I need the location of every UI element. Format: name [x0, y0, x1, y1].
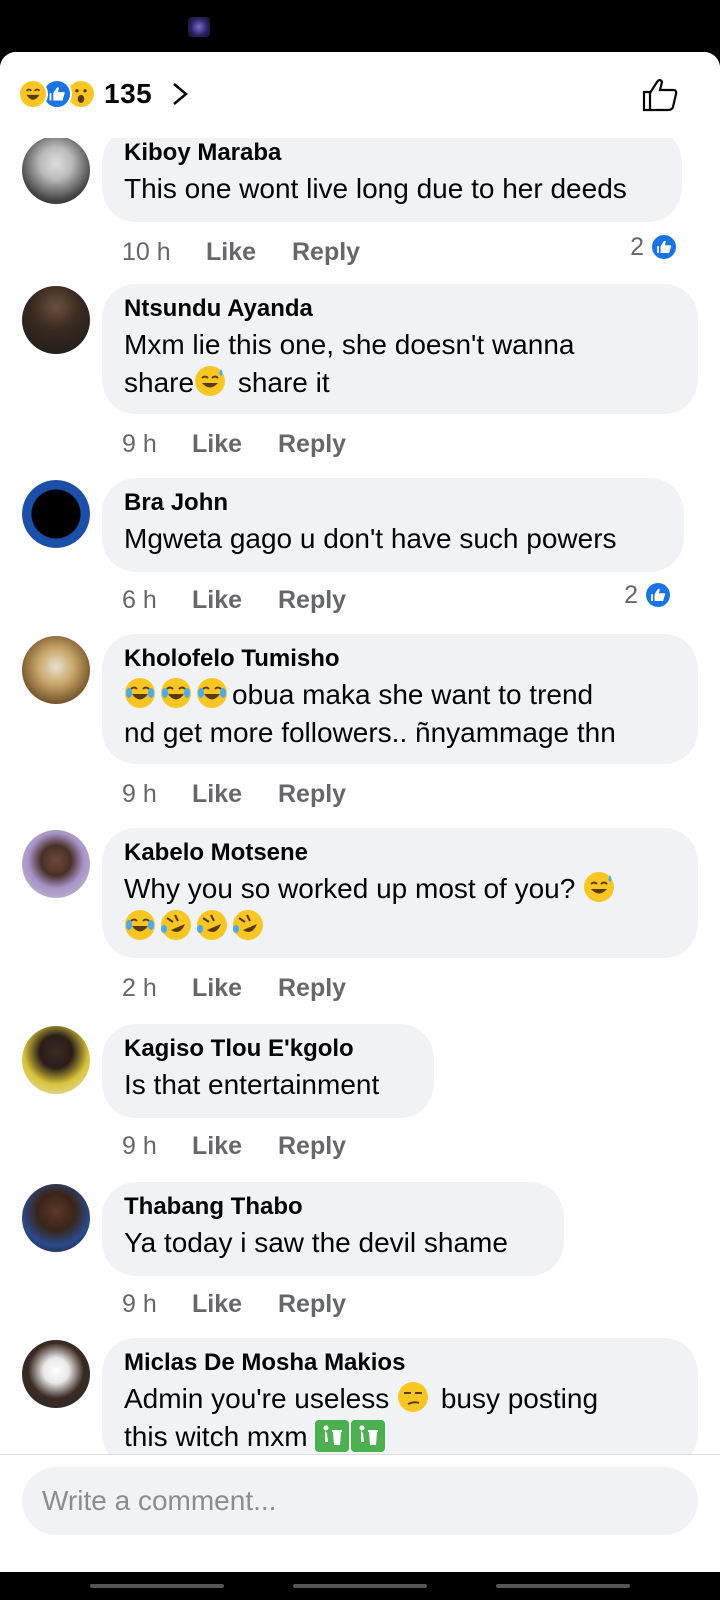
comment-text: this witch mxm: [124, 1418, 678, 1456]
reply-button[interactable]: Reply: [278, 974, 346, 1003]
haha-reaction-icon: [18, 79, 48, 109]
status-bar: [0, 0, 720, 52]
nav-recents-button[interactable]: [90, 1584, 224, 1588]
comment-meta: 2 h Like Reply: [122, 970, 346, 1006]
reply-button[interactable]: Reply: [292, 238, 360, 267]
reply-button[interactable]: Reply: [278, 1132, 346, 1161]
reply-button[interactable]: Reply: [278, 1290, 346, 1319]
comment-meta: 9 h Like Reply: [122, 426, 346, 462]
like-button[interactable]: Like: [192, 780, 278, 809]
like-button[interactable]: Like: [192, 1290, 278, 1319]
comment-bubble[interactable]: Bra John Mgweta gago u don't have such p…: [102, 478, 684, 572]
joy-emoji-icon: [124, 909, 156, 941]
like-reaction-icon: [644, 581, 672, 609]
comment-time: 9 h: [122, 1289, 157, 1318]
avatar[interactable]: [22, 480, 90, 548]
comment-bubble[interactable]: Kabelo Motsene Why you so worked up most…: [102, 828, 698, 958]
comment-bubble[interactable]: Ntsundu Ayanda Mxm lie this one, she doe…: [102, 284, 698, 414]
sweat-smile-emoji-icon: [194, 365, 226, 397]
comment-text: nd get more followers.. ñnyammage thn: [124, 717, 616, 748]
rofl-emoji-icon: [160, 909, 192, 941]
comment-text: Why you so worked up most of you?: [124, 870, 678, 908]
like-button[interactable]: Like: [206, 238, 292, 267]
like-count-text: 2: [624, 580, 638, 609]
comment-time: 6 h: [122, 585, 157, 614]
thumbs-up-icon[interactable]: [640, 74, 680, 114]
comment-author[interactable]: Thabang Thabo: [124, 1190, 544, 1224]
comment-meta: 9 h Like Reply: [122, 1128, 346, 1164]
comment-bubble[interactable]: Kagiso Tlou E'kgolo Is that entertainmen…: [102, 1024, 434, 1118]
like-button[interactable]: Like: [192, 430, 278, 459]
comment-list: Kiboy Maraba This one wont live long due…: [0, 138, 720, 1534]
reactions-summary[interactable]: 135: [18, 76, 192, 112]
nav-home-button[interactable]: [293, 1584, 427, 1588]
avatar[interactable]: [22, 830, 90, 898]
sweat-smile-emoji-icon: [583, 871, 615, 903]
comment-meta: 10 h Like Reply: [122, 234, 360, 270]
comment-text: This one wont live long due to her deeds: [124, 173, 627, 204]
avatar[interactable]: [22, 636, 90, 704]
comment-text: Mxm lie this one, she doesn't wanna: [124, 329, 575, 360]
comment-time: 9 h: [122, 1131, 157, 1160]
like-reaction-icon: [650, 233, 678, 261]
comment-text: obua maka she want to trend: [124, 676, 678, 714]
joy-emoji-icon: [124, 677, 156, 709]
reactions-header: 135: [0, 52, 720, 138]
comment-author[interactable]: Kiboy Maraba: [124, 138, 662, 170]
avatar[interactable]: [22, 1184, 90, 1252]
litter-bin-emoji-icon: [315, 1420, 350, 1452]
comment-composer: [0, 1454, 720, 1572]
comment-text: share share it: [124, 365, 330, 398]
like-count-text: 2: [630, 232, 644, 261]
comment-bubble[interactable]: Kiboy Maraba This one wont live long due…: [102, 138, 682, 222]
chevron-right-icon: [173, 83, 189, 105]
comments-sheet: 135 Kiboy Maraba This one wont live long…: [0, 52, 720, 1572]
comment-text: Is that entertainment: [124, 1069, 380, 1100]
reply-button[interactable]: Reply: [278, 430, 346, 459]
avatar[interactable]: [22, 1340, 90, 1408]
avatar[interactable]: [22, 286, 90, 354]
reply-button[interactable]: Reply: [278, 780, 346, 809]
comment-time: 2 h: [122, 973, 157, 1002]
comment-author[interactable]: Bra John: [124, 486, 664, 520]
comment-like-count[interactable]: 2: [624, 580, 672, 610]
comment-text: Admin you're useless busy posting: [124, 1381, 599, 1414]
rofl-emoji-icon: [232, 909, 264, 941]
comment-input[interactable]: [22, 1467, 698, 1535]
comment-text: Mgweta gago u don't have such powers: [124, 523, 617, 554]
like-button[interactable]: Like: [192, 974, 278, 1003]
rofl-emoji-icon: [196, 909, 228, 941]
comment-emojis: [124, 908, 678, 946]
notification-icon: [188, 17, 210, 37]
like-button[interactable]: Like: [192, 586, 278, 615]
avatar[interactable]: [22, 138, 90, 204]
comment-time: 9 h: [122, 429, 157, 458]
comment-bubble[interactable]: Miclas De Mosha Makios Admin you're usel…: [102, 1338, 698, 1468]
comment-time: 9 h: [122, 779, 157, 808]
navigation-bar: [0, 1572, 720, 1600]
comment-time: 10 h: [122, 237, 171, 266]
comment-author[interactable]: Kabelo Motsene: [124, 836, 678, 870]
comment-bubble[interactable]: Thabang Thabo Ya today i saw the devil s…: [102, 1182, 564, 1276]
unamused-emoji-icon: [397, 1381, 429, 1413]
like-button[interactable]: Like: [192, 1132, 278, 1161]
comment-author[interactable]: Ntsundu Ayanda: [124, 292, 678, 326]
avatar[interactable]: [22, 1026, 90, 1094]
nav-back-button[interactable]: [496, 1584, 630, 1588]
joy-emoji-icon: [196, 677, 228, 709]
comment-like-count[interactable]: 2: [630, 232, 678, 262]
reply-button[interactable]: Reply: [278, 586, 346, 615]
litter-bin-emoji-icon: [351, 1420, 386, 1452]
comment-author[interactable]: Miclas De Mosha Makios: [124, 1346, 678, 1380]
comment-meta: 9 h Like Reply: [122, 776, 346, 812]
joy-emoji-icon: [160, 677, 192, 709]
comment-author[interactable]: Kholofelo Tumisho: [124, 642, 678, 676]
reaction-count: 135: [104, 78, 153, 109]
comment-meta: 9 h Like Reply: [122, 1286, 346, 1322]
comment-meta: 6 h Like Reply: [122, 582, 346, 618]
comment-author[interactable]: Kagiso Tlou E'kgolo: [124, 1032, 414, 1066]
comment-bubble[interactable]: Kholofelo Tumisho obua maka she want to …: [102, 634, 698, 764]
comment-text: Ya today i saw the devil shame: [124, 1227, 508, 1258]
